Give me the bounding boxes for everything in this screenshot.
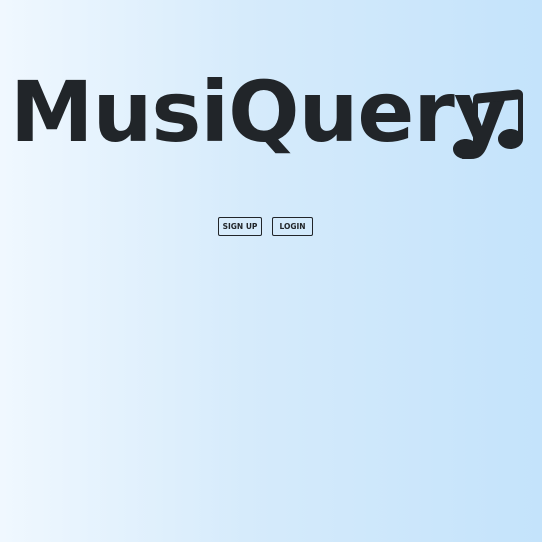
app-title: MusiQuery <box>10 63 509 161</box>
auth-actions: SIGN UP LOGIN <box>0 217 542 237</box>
hero-header: MusiQuery <box>0 62 542 172</box>
sign-up-button[interactable]: SIGN UP <box>218 217 262 236</box>
music-notes-icon <box>453 89 523 159</box>
login-button[interactable]: LOGIN <box>272 217 313 236</box>
